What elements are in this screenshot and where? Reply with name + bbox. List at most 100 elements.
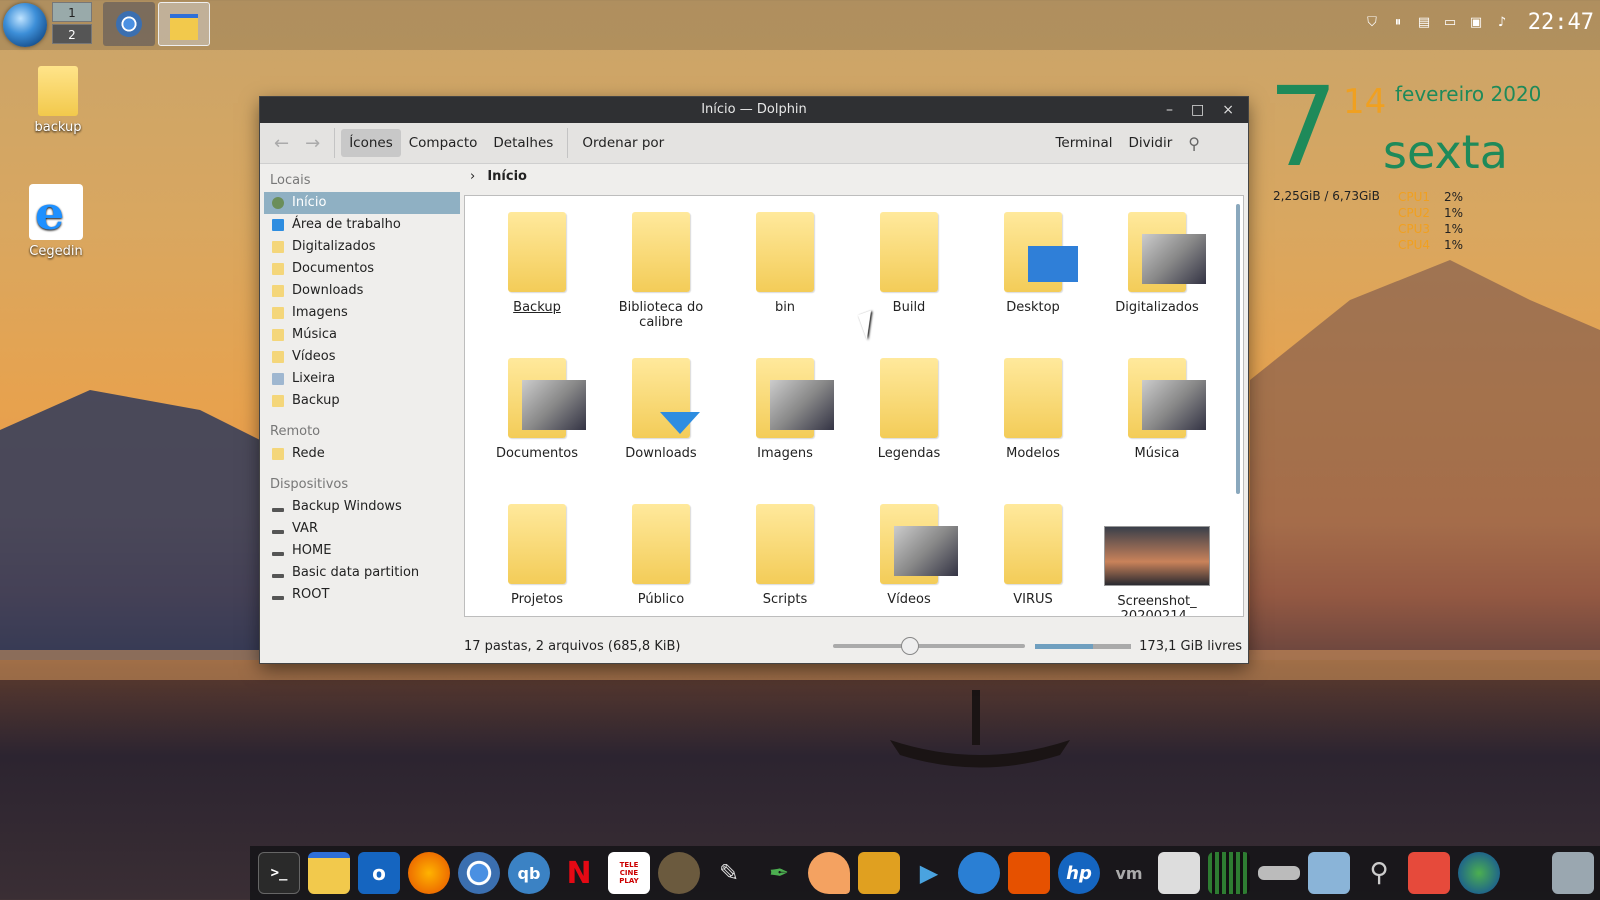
place-item[interactable]: Backup Windows [264,496,460,518]
equalizer-icon[interactable] [1208,852,1250,894]
place-label: Vídeos [292,349,336,364]
clipboard-icon[interactable]: ▤ [1416,15,1432,31]
terminal-icon[interactable]: >_ [258,852,300,894]
zoom-slider-handle[interactable] [901,637,920,655]
start-menu-button[interactable] [3,3,47,47]
file-manager-icon[interactable] [308,852,350,894]
gimp-icon[interactable] [658,852,700,894]
file-item[interactable]: Desktop [971,208,1095,338]
shield-icon[interactable]: ⛉ [1364,15,1380,31]
place-item[interactable]: ROOT [264,584,460,606]
chrome-icon[interactable] [458,852,500,894]
place-item[interactable]: Basic data partition [264,562,460,584]
file-item[interactable]: Downloads [599,354,723,484]
place-item[interactable]: VAR [264,518,460,540]
thunderbird-icon[interactable] [958,852,1000,894]
place-item[interactable]: Vídeos [264,346,460,368]
recycle-bin-icon[interactable] [1552,852,1594,894]
place-item[interactable]: Início [264,192,460,214]
place-item[interactable]: HOME [264,540,460,562]
file-item[interactable]: Legendas [847,354,971,484]
netflix-icon[interactable]: N [558,852,600,894]
calculator-icon[interactable] [1158,852,1200,894]
file-item[interactable]: Imagens [723,354,847,484]
file-item[interactable]: Projetos [475,500,599,616]
place-item[interactable]: Lixeira [264,368,460,390]
file-view[interactable]: Backup Biblioteca do calibre bin Build D… [464,195,1244,617]
place-item[interactable]: Documentos [264,258,460,280]
file-item[interactable]: Backup [475,208,599,338]
taskbar-dolphin[interactable] [158,2,210,46]
earth-icon[interactable] [1458,852,1500,894]
icons-view-button[interactable]: Ícones [341,129,401,157]
office-icon[interactable] [1008,852,1050,894]
qbittorrent-icon[interactable]: qb [508,852,550,894]
close-button[interactable]: × [1222,97,1234,123]
firefox-icon[interactable] [408,852,450,894]
screenrecorder-icon[interactable] [1408,852,1450,894]
vmware-icon[interactable]: vm [1108,852,1150,894]
place-item[interactable]: Downloads [264,280,460,302]
desktop-2[interactable]: 2 [52,24,92,44]
desktop-icon-cegedin[interactable]: e Cegedin [16,184,96,259]
desktop-icon-label: backup [34,120,82,135]
place-item[interactable]: Backup [264,390,460,412]
terminal-button[interactable]: Terminal [1047,129,1120,157]
file-item[interactable]: Vídeos [847,500,971,616]
folder-icon [880,358,938,438]
top-panel: 1 2 ⛉ ⏸ ▤ ▭ ▣ ♪ 22:47 [0,0,1600,50]
desktop-1[interactable]: 1 [52,2,92,22]
details-view-button[interactable]: Detalhes [485,129,561,157]
virtual-desktop-pager[interactable]: 1 2 [52,2,94,46]
split-button[interactable]: Dividir [1121,129,1181,157]
cpu-value: 1% [1444,238,1464,252]
place-item[interactable]: Área de trabalho [264,214,460,236]
contacts-icon[interactable] [1308,852,1350,894]
vertical-scrollbar[interactable] [1236,204,1240,494]
file-item[interactable]: bin [723,208,847,338]
sort-by-button[interactable]: Ordenar por [574,129,672,157]
zoom-slider[interactable] [833,637,1026,655]
pause-icon[interactable]: ⏸ [1390,15,1406,31]
file-item[interactable]: Biblioteca do calibre [599,208,723,338]
volume-icon[interactable]: ♪ [1494,15,1510,31]
window-titlebar[interactable]: Início — Dolphin – □ × [260,97,1248,123]
back-button[interactable]: ← [266,129,297,158]
file-label: Biblioteca do calibre [618,300,704,330]
place-item[interactable]: Música [264,324,460,346]
file-item[interactable]: Digitalizados [1095,208,1219,338]
file-item[interactable]: Música [1095,354,1219,484]
forward-button[interactable]: → [297,129,328,158]
file-item[interactable]: Screenshot_ 20200214_ 224701.jpg [1095,500,1219,616]
breadcrumb-current[interactable]: Início [487,169,527,184]
telecine-icon[interactable]: TELE CINE PLAY [608,852,650,894]
hp-icon[interactable]: hp [1058,852,1100,894]
taskbar-chrome[interactable] [103,2,155,46]
file-item[interactable]: Modelos [971,354,1095,484]
minimize-button[interactable]: – [1166,97,1173,123]
place-item[interactable]: Imagens [264,302,460,324]
place-item[interactable]: Rede [264,443,460,465]
file-item[interactable]: Público [599,500,723,616]
file-item[interactable]: Scripts [723,500,847,616]
desktop-icon-backup[interactable]: backup [18,66,98,135]
orange-icon[interactable] [808,852,850,894]
radio-icon[interactable] [858,852,900,894]
network-icon[interactable]: ▣ [1468,15,1484,31]
file-item[interactable]: Documentos [475,354,599,484]
file-item[interactable]: VIRUS [971,500,1095,616]
inkscape-icon[interactable]: ✎ [708,852,750,894]
place-item[interactable]: Digitalizados [264,236,460,258]
display-icon[interactable]: ▭ [1442,15,1458,31]
kdenlive-icon[interactable]: ▶ [908,852,950,894]
color-picker-icon[interactable]: ✒ [758,852,800,894]
search-icon[interactable]: ⚲ [1358,852,1400,894]
breadcrumb[interactable]: › Início [470,169,527,184]
outlook-icon[interactable]: o [358,852,400,894]
maximize-button[interactable]: □ [1191,97,1204,123]
search-icon[interactable]: ⚲ [1180,128,1208,159]
place-label: Lixeira [292,371,336,386]
scanner-icon[interactable] [1258,866,1300,880]
compact-view-button[interactable]: Compacto [401,129,486,157]
clock[interactable]: 22:47 [1528,10,1594,35]
